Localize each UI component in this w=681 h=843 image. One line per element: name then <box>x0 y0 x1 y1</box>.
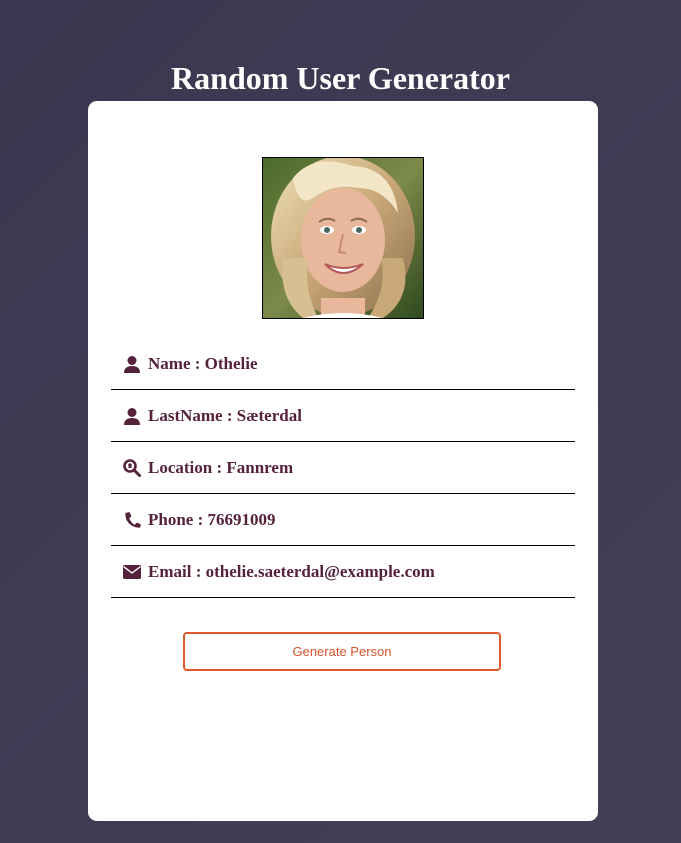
user-photo <box>262 157 424 319</box>
user-info-list: Name : Othelie LastName : Sæterdal Locat… <box>111 339 575 599</box>
user-icon <box>123 407 141 425</box>
name-row: Name : Othelie <box>111 339 575 390</box>
user-card: Name : Othelie LastName : Sæterdal Locat… <box>88 101 598 821</box>
user-icon <box>123 355 141 373</box>
phone-label: Phone : 76691009 <box>148 510 276 529</box>
lastname-row: LastName : Sæterdal <box>111 391 575 442</box>
email-label: Email : othelie.saeterdal@example.com <box>148 562 435 581</box>
name-label: Name : Othelie <box>148 354 258 373</box>
lastname-label: LastName : Sæterdal <box>148 406 302 425</box>
location-search-icon <box>123 459 141 477</box>
phone-row: Phone : 76691009 <box>111 495 575 546</box>
location-row: Location : Fannrem <box>111 443 575 494</box>
location-label: Location : Fannrem <box>148 458 294 477</box>
email-row: Email : othelie.saeterdal@example.com <box>111 547 575 598</box>
page-title: Random User Generator <box>171 60 510 96</box>
phone-icon <box>123 511 141 529</box>
user-portrait-image <box>263 158 423 318</box>
envelope-icon <box>123 563 141 581</box>
generate-person-button[interactable]: Generate Person <box>183 632 501 671</box>
